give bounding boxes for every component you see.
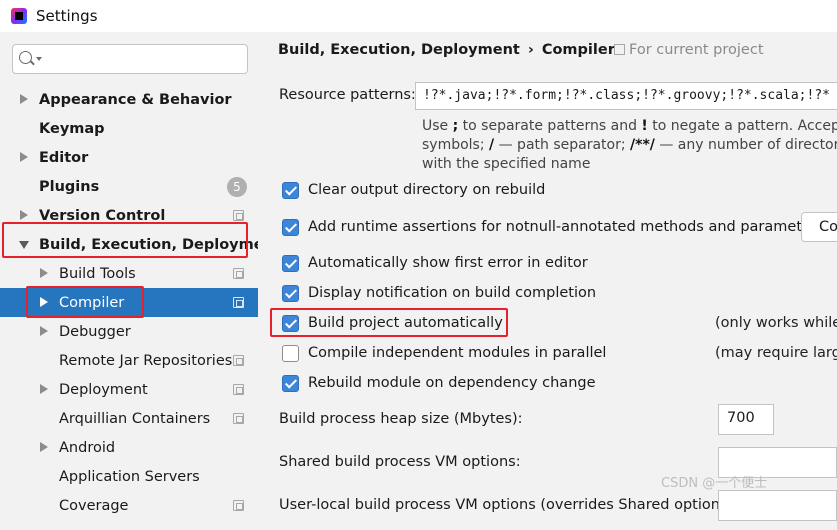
heap-size-label: Build process heap size (Mbytes):: [279, 411, 523, 427]
checkbox-unchecked-icon[interactable]: [282, 344, 299, 362]
window-title: Settings: [36, 7, 98, 25]
checkbox-checked-icon[interactable]: [282, 181, 299, 199]
breadcrumb: Build, Execution, Deployment › Compiler: [278, 42, 615, 58]
checkbox-label: Add runtime assertions for notnull-annot…: [308, 219, 825, 235]
search-icon: [19, 51, 32, 64]
sidebar-item-label: Build Tools: [59, 265, 136, 282]
sidebar-item-application-servers[interactable]: Application Servers: [0, 462, 258, 491]
checkbox-checked-icon[interactable]: [282, 284, 299, 302]
project-scope-icon: [233, 500, 244, 511]
project-scope-icon: [233, 268, 244, 279]
intellij-logo-icon: [11, 8, 27, 24]
checkbox-label: Automatically show first error in editor: [308, 255, 588, 271]
chevron-right-icon[interactable]: [20, 94, 28, 104]
sidebar-item-label: Arquillian Containers: [59, 410, 211, 427]
sidebar-item-version-control[interactable]: Version Control: [0, 201, 258, 230]
chevron-right-icon[interactable]: [40, 268, 48, 278]
project-scope-icon: [233, 210, 244, 221]
sidebar-item-debugger[interactable]: Debugger: [0, 317, 258, 346]
chevron-right-icon[interactable]: [40, 297, 48, 307]
sidebar-item-editor[interactable]: Editor: [0, 143, 258, 172]
checkbox-label: Rebuild module on dependency change: [308, 375, 596, 391]
checkbox-checked-icon[interactable]: [282, 374, 299, 392]
resource-patterns-input[interactable]: !?*.java;!?*.form;!?*.class;!?*.groovy;!…: [415, 82, 837, 110]
breadcrumb-current: Compiler: [541, 42, 615, 58]
checkbox-checked-icon[interactable]: [282, 314, 299, 332]
checkbox-label: Display notification on build completion: [308, 285, 597, 301]
chevron-right-icon[interactable]: [20, 152, 28, 162]
sidebar-item-coverage[interactable]: Coverage: [0, 491, 258, 520]
configure-annotations-button[interactable]: Co: [801, 212, 837, 242]
project-scope-icon: [233, 355, 244, 366]
sidebar-item-label: Deployment: [59, 381, 148, 398]
project-scope-icon: [614, 44, 625, 55]
sidebar-item-label: Compiler: [59, 294, 125, 311]
sidebar-item-plugins[interactable]: Plugins 5: [0, 172, 258, 201]
plugins-update-badge: 5: [227, 177, 247, 197]
project-scope-icon: [233, 384, 244, 395]
sidebar-item-compiler[interactable]: Compiler: [0, 288, 258, 317]
heap-size-input[interactable]: 700: [718, 404, 774, 435]
sidebar-item-label: Debugger: [59, 323, 131, 340]
shared-vm-options-label: Shared build process VM options:: [279, 454, 521, 470]
sidebar-item-label: Remote Jar Repositories: [59, 352, 233, 369]
settings-sidebar: Appearance & Behavior Keymap Editor Plug…: [0, 32, 281, 530]
sidebar-item-label: Version Control: [39, 207, 166, 224]
chevron-right-icon[interactable]: [40, 326, 48, 336]
compiler-settings-panel: Build, Execution, Deployment › Compiler Fo…: [258, 32, 837, 530]
sidebar-item-label: Build, Execution, Deployment: [39, 236, 281, 253]
rebuild-on-dependency-change-checkbox[interactable]: Rebuild module on dependency change: [282, 372, 596, 394]
breadcrumb-separator: ›: [527, 42, 534, 58]
project-scope-icon: [233, 297, 244, 308]
build-notification-checkbox[interactable]: Display notification on build completion: [282, 282, 596, 304]
sidebar-item-android[interactable]: Android: [0, 433, 258, 462]
build-project-automatically-checkbox[interactable]: Build project automatically: [282, 312, 503, 334]
sidebar-item-keymap[interactable]: Keymap: [0, 114, 258, 143]
sidebar-item-label: Android: [59, 439, 116, 456]
chevron-right-icon[interactable]: [40, 442, 48, 452]
sidebar-item-label: Keymap: [39, 120, 105, 137]
clear-output-directory-checkbox[interactable]: Clear output directory on rebuild: [282, 179, 545, 201]
sidebar-item-label: Coverage: [59, 497, 129, 514]
sidebar-item-label: Appearance & Behavior: [39, 91, 232, 108]
checkbox-label: Compile independent modules in parallel: [308, 345, 607, 361]
show-first-error-checkbox[interactable]: Automatically show first error in editor: [282, 252, 588, 274]
settings-search-input[interactable]: [12, 44, 248, 74]
sidebar-item-label: Editor: [39, 149, 89, 166]
sidebar-item-build-tools[interactable]: Build Tools: [0, 259, 258, 288]
parallel-note: (may require large: [715, 345, 837, 361]
sidebar-item-label: Plugins: [39, 178, 100, 195]
resource-patterns-hint: Use ; to separate patterns and ! to nega…: [422, 118, 837, 172]
sidebar-item-appearance-behavior[interactable]: Appearance & Behavior: [0, 85, 258, 114]
checkbox-label: Clear output directory on rebuild: [308, 182, 546, 198]
checkbox-checked-icon[interactable]: [282, 218, 299, 236]
chevron-down-icon[interactable]: [19, 241, 29, 249]
parallel-modules-checkbox[interactable]: Compile independent modules in parallel: [282, 342, 606, 364]
checkbox-checked-icon[interactable]: [282, 254, 299, 272]
scope-note-text: For current project: [629, 42, 764, 58]
sidebar-item-label: Application Servers: [59, 468, 200, 485]
sidebar-item-deployment[interactable]: Deployment: [0, 375, 258, 404]
title-bar: Settings: [0, 0, 837, 32]
resource-patterns-label: Resource patterns:: [279, 87, 416, 103]
sidebar-item-arquillian-containers[interactable]: Arquillian Containers: [0, 404, 258, 433]
csdn-watermark: CSDN @一个便士: [661, 476, 768, 491]
chevron-down-icon: [36, 57, 42, 61]
scope-note: For current project: [614, 42, 764, 58]
checkbox-label: Build project automatically: [308, 315, 503, 331]
breadcrumb-parent[interactable]: Build, Execution, Deployment: [278, 42, 520, 58]
chevron-right-icon[interactable]: [20, 210, 28, 220]
sidebar-item-build-execution-deployment[interactable]: Build, Execution, Deployment: [0, 230, 281, 259]
user-local-vm-options-label: User-local build process VM options (ove…: [279, 497, 739, 513]
project-scope-icon: [233, 413, 244, 424]
chevron-right-icon[interactable]: [40, 384, 48, 394]
sidebar-item-remote-jar-repositories[interactable]: Remote Jar Repositories: [0, 346, 258, 375]
user-local-vm-options-input[interactable]: [718, 490, 837, 521]
build-auto-note: (only works while: [715, 315, 837, 331]
runtime-assertions-checkbox[interactable]: Add runtime assertions for notnull-annot…: [282, 216, 824, 238]
